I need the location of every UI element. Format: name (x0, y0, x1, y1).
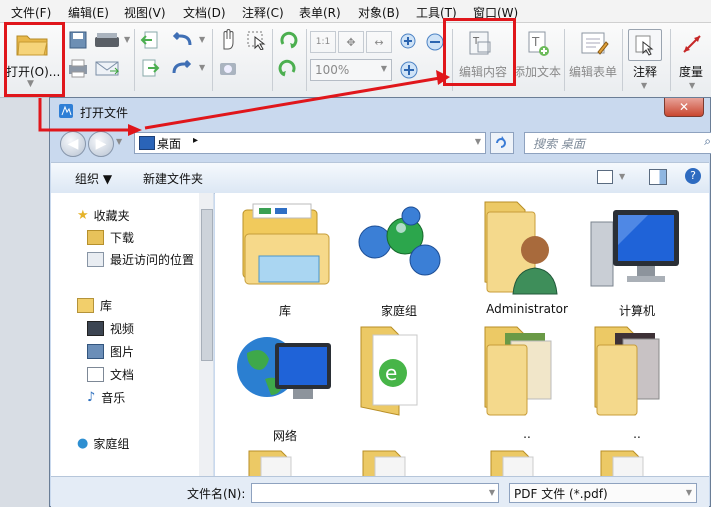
annotation-arrows (38, 70, 450, 136)
app-window: 文件(F) 编辑(E) 视图(V) 文档(D) 注释(C) 表单(R) 对象(B… (0, 0, 711, 507)
